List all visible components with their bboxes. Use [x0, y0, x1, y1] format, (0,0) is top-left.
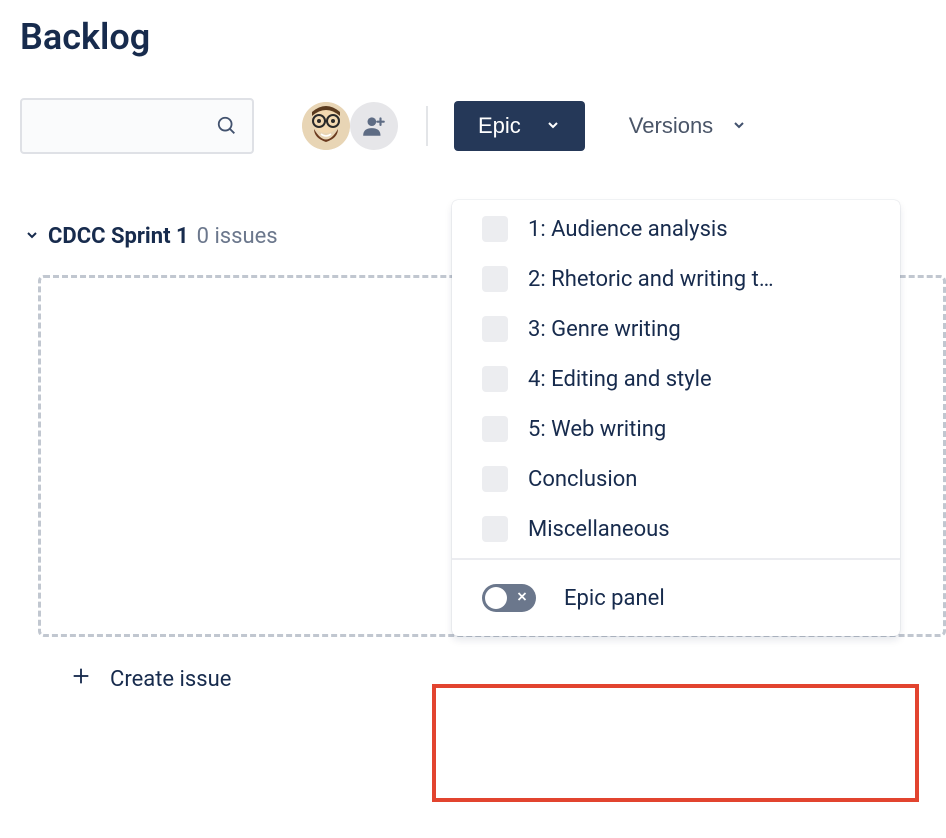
- toolbar: Epic Versions: [20, 98, 946, 154]
- sprint-name: CDCC Sprint 1: [48, 224, 189, 249]
- versions-filter-label: Versions: [629, 113, 713, 139]
- plus-icon: [70, 665, 92, 693]
- epic-filter-label: Epic: [478, 113, 521, 139]
- epic-option[interactable]: 1: Audience analysis: [452, 204, 900, 254]
- checkbox[interactable]: [482, 266, 508, 292]
- epic-panel-toggle-row: Epic panel: [452, 558, 900, 636]
- versions-filter-button[interactable]: Versions: [613, 101, 763, 151]
- epic-panel-toggle[interactable]: [482, 584, 536, 612]
- epic-option-label: Conclusion: [528, 467, 637, 492]
- epic-option[interactable]: 3: Genre writing: [452, 304, 900, 354]
- chevron-down-icon: [731, 113, 747, 139]
- add-user-button[interactable]: [350, 102, 398, 150]
- chevron-down-icon: [545, 113, 561, 139]
- checkbox[interactable]: [482, 416, 508, 442]
- epic-option-label: Miscellaneous: [528, 517, 670, 542]
- epic-dropdown: 1: Audience analysis 2: Rhetoric and wri…: [452, 200, 900, 636]
- epic-option[interactable]: Conclusion: [452, 454, 900, 504]
- annotation-highlight: [432, 684, 919, 802]
- epic-panel-toggle-label: Epic panel: [564, 586, 665, 611]
- epic-option[interactable]: 5: Web writing: [452, 404, 900, 454]
- checkbox[interactable]: [482, 316, 508, 342]
- divider: [426, 106, 428, 146]
- epic-dropdown-list: 1: Audience analysis 2: Rhetoric and wri…: [452, 200, 900, 558]
- add-user-icon: [361, 113, 387, 139]
- close-icon: [515, 590, 529, 607]
- search-input[interactable]: [0, 116, 216, 137]
- epic-option[interactable]: 2: Rhetoric and writing t…: [452, 254, 900, 304]
- toggle-knob: [485, 587, 507, 609]
- epic-option-label: 3: Genre writing: [528, 317, 681, 342]
- sprint-issue-count: 0 issues: [197, 224, 278, 249]
- checkbox[interactable]: [482, 516, 508, 542]
- checkbox[interactable]: [482, 216, 508, 242]
- checkbox[interactable]: [482, 466, 508, 492]
- epic-filter-button[interactable]: Epic: [454, 101, 585, 151]
- search-icon: [216, 115, 238, 137]
- create-issue-label: Create issue: [110, 667, 231, 692]
- checkbox[interactable]: [482, 366, 508, 392]
- epic-option-label: 5: Web writing: [528, 417, 666, 442]
- epic-option-label: 2: Rhetoric and writing t…: [528, 267, 774, 292]
- create-issue-button[interactable]: Create issue: [70, 665, 946, 693]
- chevron-down-icon: [24, 224, 40, 249]
- page-title: Backlog: [20, 16, 946, 58]
- epic-option[interactable]: 4: Editing and style: [452, 354, 900, 404]
- epic-option-label: 1: Audience analysis: [528, 217, 728, 242]
- avatar[interactable]: [302, 102, 350, 150]
- search-input-wrapper[interactable]: [20, 98, 254, 154]
- epic-option[interactable]: Miscellaneous: [452, 504, 900, 554]
- epic-option-label: 4: Editing and style: [528, 367, 712, 392]
